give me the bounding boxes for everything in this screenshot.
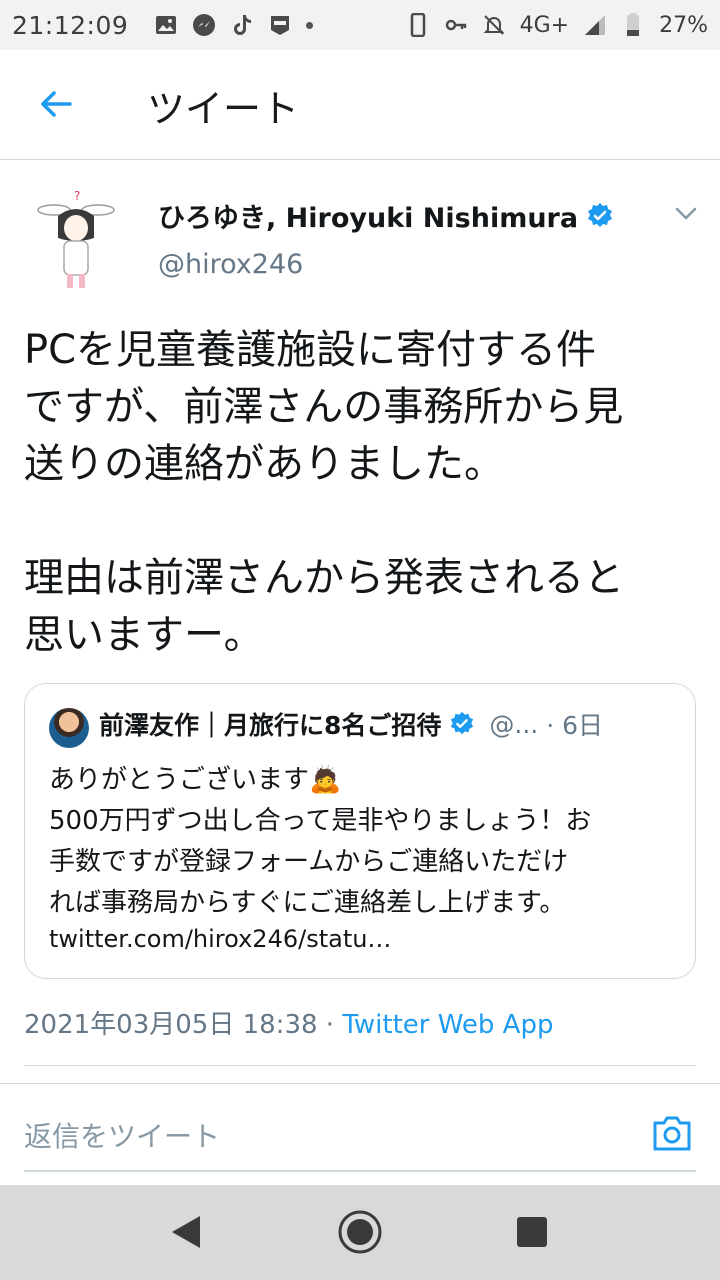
battery-icon [627, 13, 640, 36]
verified-badge-icon [451, 711, 474, 735]
quoted-author-avatar [49, 708, 89, 748]
reply-underline [24, 1170, 696, 1172]
verified-badge-icon [588, 202, 613, 227]
author-name[interactable]: ひろゆき, Hiroyuki Nishimura [158, 196, 578, 235]
signal-icon [585, 15, 606, 35]
quoted-tweet-header: 前澤友作｜月旅行に8名ご招待 @... · 6日 [99, 706, 603, 742]
author-handle[interactable]: @hirox246 [158, 249, 303, 280]
reply-input[interactable]: 返信をツイート [24, 1115, 220, 1155]
status-right: 4G+ 27% [406, 13, 708, 38]
arrow-left-icon[interactable] [36, 84, 76, 124]
quoted-tweet-card[interactable]: 前澤友作｜月旅行に8名ご招待 @... · 6日 ありがとうございます🙇 500… [24, 683, 696, 979]
quoted-tweet-link[interactable]: twitter.com/hirox246/statu… [49, 925, 391, 953]
image-icon [156, 16, 177, 34]
nav-home-icon[interactable] [337, 1209, 383, 1255]
page-title: ツイート [147, 87, 300, 131]
network-type: 4G+ [519, 12, 570, 38]
tweet-meta: 2021年03月05日 18:38 · Twitter Web App [24, 1004, 553, 1041]
nav-back-icon[interactable] [170, 1214, 202, 1250]
camera-icon[interactable] [651, 1113, 693, 1153]
author-avatar[interactable]: ? [34, 186, 118, 294]
status-time: 21:12:09 [12, 10, 129, 40]
quoted-tweet-time: · 6日 [546, 711, 604, 740]
top-app-bar: ツイート [0, 50, 720, 160]
divider [0, 1083, 720, 1084]
notification-dot-icon [306, 21, 314, 29]
tweet-timestamp: 2021年03月05日 18:38 [24, 1010, 318, 1040]
nav-recents-icon[interactable] [517, 1217, 547, 1247]
author-name-row: ひろゆき, Hiroyuki Nishimura [158, 196, 614, 235]
tweet-client-link[interactable]: Twitter Web App [342, 1010, 553, 1040]
status-bar: 21:12:09 4G+ 27% [0, 0, 720, 50]
battery-percent: 27% [659, 12, 708, 38]
divider [24, 1065, 696, 1066]
system-nav-bar [0, 1185, 720, 1280]
quoted-tweet-text: ありがとうございます🙇 500万円ずつ出し合って是非やりましょう！お 手数ですが… [49, 765, 592, 918]
phone-icon [410, 13, 425, 37]
chevron-down-icon[interactable] [674, 204, 698, 224]
quoted-author-name: 前澤友作｜月旅行に8名ご招待 [99, 711, 442, 740]
app-badge-icon [271, 16, 290, 35]
status-left-icons [154, 13, 314, 37]
quoted-author-handle: @... [489, 709, 539, 739]
tiktok-icon [234, 15, 252, 35]
messenger-icon [193, 14, 216, 36]
svg-text:?: ? [74, 189, 80, 203]
meta-separator: · [317, 1010, 343, 1040]
tweet-text: PCを児童養護施設に寄付する件 ですが、前澤さんの事務所から見 送りの連絡があり… [24, 327, 624, 658]
bell-off-icon [483, 15, 505, 35]
key-icon [445, 19, 466, 31]
